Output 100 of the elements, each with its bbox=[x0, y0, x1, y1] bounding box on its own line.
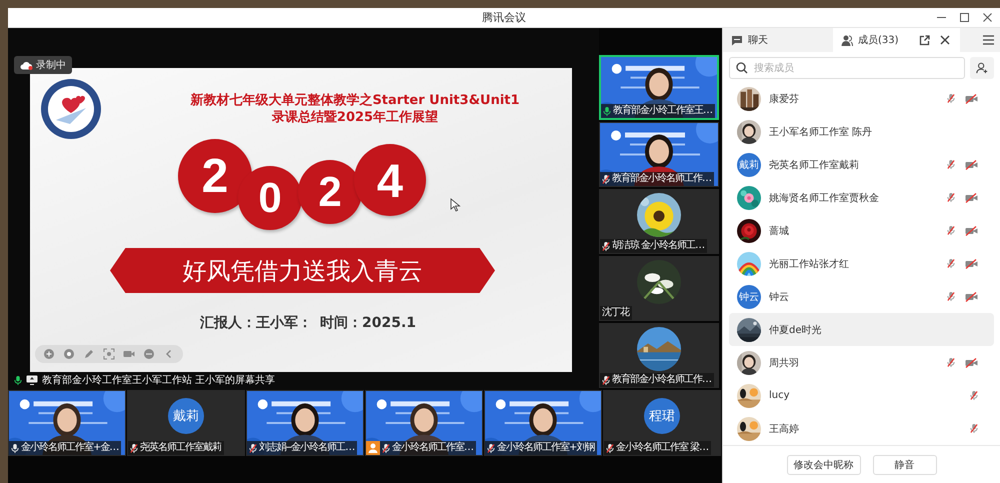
participant-name: 胡洁琼 金小玲名师工… bbox=[612, 240, 704, 252]
footer-button[interactable]: 静音 bbox=[872, 454, 936, 474]
participant-name: 尧英名师工作室戴莉 bbox=[140, 442, 221, 454]
video-tile[interactable]: 教育部金小玲名师工作… bbox=[599, 122, 719, 187]
member-row[interactable]: 仲夏de时光 bbox=[729, 313, 994, 346]
window-title: 腾讯会议 bbox=[482, 10, 526, 25]
participant-name: 金小玲名师工作室+刘钢 bbox=[497, 442, 594, 454]
share-caption: 教育部金小玲工作室王小军工作站 王小军的屏幕共享 bbox=[42, 374, 276, 387]
panel-tab[interactable]: 聊天 bbox=[723, 28, 833, 52]
camera-off-icon bbox=[965, 160, 978, 170]
add-user-icon bbox=[976, 61, 988, 75]
reporter-text: 汇报人：王小军： bbox=[200, 314, 312, 332]
member-name: 王高婷 bbox=[769, 422, 800, 436]
year-digit: 2 bbox=[298, 160, 362, 224]
video-tile[interactable]: 戴莉 尧英名师工作室戴莉 bbox=[127, 390, 245, 456]
camera-icon[interactable] bbox=[123, 348, 135, 360]
slogan-banner: 好风凭借力送我入青云 bbox=[110, 248, 495, 293]
add-icon[interactable] bbox=[43, 348, 55, 360]
member-name: 尧英名师工作室戴莉 bbox=[769, 158, 860, 172]
camera-off-icon bbox=[965, 292, 978, 302]
date-text: 时间：2025.1 bbox=[320, 314, 416, 332]
member-name: 周共羽 bbox=[769, 356, 800, 370]
maximize-icon[interactable] bbox=[960, 13, 969, 22]
muted-mic-icon bbox=[947, 291, 955, 302]
avatar: 钟云 bbox=[737, 284, 761, 308]
avatar: 戴莉 bbox=[737, 152, 761, 176]
muted-mic-icon bbox=[970, 390, 978, 401]
participant-name: 教育部金小玲名师工作… bbox=[612, 173, 711, 185]
slide-title: 新教材七年级大单元整体教学之Starter Unit3&Unit1 bbox=[189, 92, 521, 109]
panel-tab[interactable]: 成员(33) bbox=[833, 28, 915, 52]
participant-name: 金小玲名师工作室… bbox=[392, 442, 473, 454]
year-digit: 4 bbox=[354, 144, 426, 216]
muted-mic-icon bbox=[487, 442, 495, 454]
camera-off-icon bbox=[965, 226, 978, 236]
year-digit: 0 bbox=[238, 166, 302, 230]
heart-logo-icon bbox=[40, 78, 102, 140]
participant-name: 教育部金小玲工作室王… bbox=[613, 105, 712, 117]
search-field[interactable]: 搜索成员 bbox=[729, 57, 965, 79]
muted-mic-icon bbox=[130, 442, 138, 454]
muted-mic-icon bbox=[382, 442, 390, 454]
muted-mic-icon bbox=[606, 442, 614, 454]
avatar: 程珺 bbox=[644, 398, 680, 434]
muted-mic-icon bbox=[249, 442, 257, 454]
close-icon[interactable] bbox=[940, 35, 950, 45]
participant-name: 金小玲名师工作室+金… bbox=[21, 442, 118, 454]
muted-mic-icon bbox=[602, 174, 610, 184]
video-tile[interactable]: 教育部金小玲工作室王… bbox=[599, 55, 719, 120]
cursor-icon bbox=[450, 198, 462, 212]
muted-mic-icon bbox=[947, 357, 955, 368]
member-name: 仲夏de时光 bbox=[769, 324, 822, 336]
avatar: 戴莉 bbox=[168, 398, 204, 434]
mic-icon bbox=[11, 442, 19, 454]
video-tile[interactable]: 金小玲名师工作室+金… bbox=[8, 390, 126, 456]
popout-icon[interactable] bbox=[919, 34, 930, 46]
close-icon[interactable] bbox=[983, 13, 992, 22]
muted-mic-icon bbox=[947, 225, 955, 236]
record-icon[interactable] bbox=[63, 348, 75, 360]
screenshot-icon[interactable] bbox=[103, 348, 115, 360]
participant-name: 教育部金小玲名师工作… bbox=[612, 374, 711, 386]
muted-mic-icon bbox=[947, 192, 955, 203]
video-tile[interactable]: 刘志娟--金小玲名师工… bbox=[246, 390, 364, 456]
participant-name: 金小玲名师工作室 梁… bbox=[616, 442, 708, 454]
member-name: lucy bbox=[769, 390, 791, 401]
muted-mic-icon bbox=[970, 423, 978, 434]
menu-icon[interactable] bbox=[983, 35, 994, 45]
year-digit: 2 bbox=[178, 139, 252, 213]
recording-label: 录制中 bbox=[36, 58, 66, 72]
muted-mic-icon bbox=[947, 258, 955, 269]
mic-icon bbox=[603, 106, 611, 116]
member-name: 光丽工作站张才红 bbox=[769, 258, 850, 270]
member-name: 蔷城 bbox=[769, 224, 790, 238]
camera-off-icon bbox=[965, 258, 978, 268]
camera-off-icon bbox=[965, 358, 978, 368]
cloud-icon bbox=[20, 60, 33, 70]
member-name: 姚海贤名师工作室贾秋金 bbox=[769, 192, 880, 204]
video-tile[interactable]: 程珺 金小玲名师工作室 梁… bbox=[603, 390, 721, 456]
camera-off-icon bbox=[965, 192, 978, 202]
participant-name: 沈丁花 bbox=[602, 307, 629, 319]
more-icon[interactable] bbox=[143, 348, 155, 360]
footer-button[interactable]: 修改会中昵称 bbox=[786, 454, 860, 474]
muted-mic-icon bbox=[947, 159, 955, 170]
video-tile[interactable]: 胡洁琼 金小玲名师工… bbox=[599, 189, 719, 254]
mic-icon bbox=[14, 374, 22, 386]
chat-icon bbox=[731, 34, 743, 46]
people-icon bbox=[841, 34, 853, 46]
muted-mic-icon bbox=[602, 240, 610, 252]
camera-off-icon bbox=[965, 94, 978, 104]
add-member-button[interactable] bbox=[970, 57, 994, 79]
participant-name: 刘志娟--金小玲名师工… bbox=[259, 442, 354, 454]
pencil-icon[interactable] bbox=[83, 348, 95, 360]
screen-share-icon bbox=[26, 375, 38, 385]
video-tile[interactable]: 金小玲名师工作室+刘钢 bbox=[484, 390, 602, 456]
video-tile[interactable]: 金小玲名师工作室… bbox=[365, 390, 483, 456]
recording-badge[interactable]: 录制中 bbox=[14, 56, 72, 74]
video-tile[interactable]: 沈丁花 bbox=[599, 256, 719, 321]
video-tile[interactable]: 教育部金小玲名师工作… bbox=[599, 323, 719, 388]
muted-mic-icon bbox=[602, 374, 610, 386]
muted-mic-icon bbox=[947, 93, 955, 104]
member-name: 钟云 bbox=[769, 290, 790, 304]
member-name: 康爱芬 bbox=[769, 92, 800, 106]
